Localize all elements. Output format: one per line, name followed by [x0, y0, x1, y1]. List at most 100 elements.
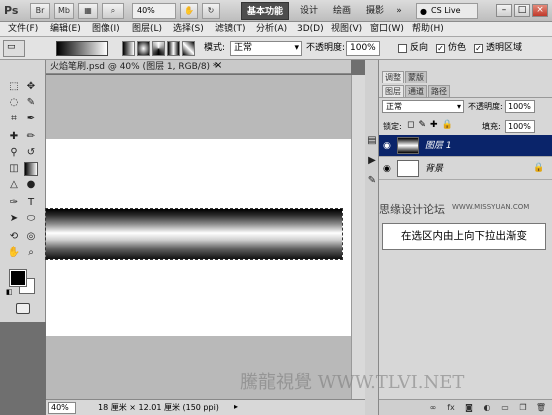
menu-select[interactable]: 选择(S): [173, 23, 204, 36]
tab-layers[interactable]: 图层: [382, 85, 404, 97]
brush-panel-icon[interactable]: ✎: [365, 174, 379, 188]
new-layer-icon[interactable]: ❐: [517, 402, 529, 413]
path-select-tool[interactable]: ➤: [7, 212, 21, 226]
status-menu-arrow-icon[interactable]: ▸: [234, 402, 238, 411]
diamond-gradient-button[interactable]: [182, 41, 195, 56]
menu-layer[interactable]: 图层(L): [132, 23, 162, 36]
workspace-design[interactable]: 设计: [295, 2, 323, 20]
dodge-tool[interactable]: ●: [24, 178, 38, 192]
default-colors-icon[interactable]: ◧: [6, 288, 13, 296]
reverse-checkbox[interactable]: [398, 44, 407, 53]
eyedropper-tool[interactable]: ✒: [24, 112, 38, 126]
close-document-icon[interactable]: ×: [214, 60, 222, 71]
pen-tool[interactable]: ✑: [7, 196, 21, 210]
reverse-label: 反向: [410, 43, 429, 53]
trash-icon[interactable]: 🗑: [535, 402, 547, 413]
link-icon[interactable]: ∞: [427, 402, 439, 413]
hand-tool[interactable]: ✋: [7, 246, 21, 260]
brush-tool[interactable]: ✏: [24, 130, 38, 144]
workspace-essentials[interactable]: 基本功能: [241, 2, 289, 20]
crop-tool[interactable]: ⌗: [7, 112, 21, 126]
zoom-level-select[interactable]: 40%: [132, 3, 176, 19]
3d-rotate-tool[interactable]: ⟲: [7, 230, 21, 244]
actions-panel-icon[interactable]: ▶: [365, 154, 379, 168]
minimize-button[interactable]: –: [496, 4, 512, 17]
tab-paths[interactable]: 路径: [428, 85, 450, 97]
lock-options-icons[interactable]: ◻✎✚🔒: [407, 120, 457, 130]
menu-analysis[interactable]: 分析(A): [256, 23, 287, 36]
mode-select[interactable]: 正常 ▾: [230, 41, 302, 56]
tab-masks[interactable]: 蒙版: [405, 71, 427, 83]
instruction-callout: 在选区内由上向下拉出渐变: [382, 223, 546, 250]
more-workspaces-button[interactable]: »: [392, 2, 406, 20]
rotate-icon: ↻: [207, 6, 215, 15]
transparency-checkbox[interactable]: ✓: [474, 44, 483, 53]
workspace-photography[interactable]: 摄影: [361, 2, 389, 20]
lasso-tool[interactable]: ◌: [7, 96, 21, 110]
hand-tool-button[interactable]: ✋: [180, 3, 198, 19]
type-tool[interactable]: T: [24, 196, 38, 210]
maximize-button[interactable]: □: [514, 4, 530, 17]
blend-mode-select[interactable]: 正常 ▾: [382, 100, 464, 113]
eye-icon[interactable]: ◉: [383, 164, 391, 174]
gradient-editor-swatch[interactable]: [56, 41, 108, 56]
vertical-scrollbar[interactable]: [351, 75, 365, 400]
cs-live-button[interactable]: ● CS Live: [416, 3, 478, 19]
fill-input[interactable]: 100%: [505, 120, 535, 133]
zoom-tool[interactable]: ⌕: [24, 246, 38, 260]
menu-edit[interactable]: 编辑(E): [50, 23, 81, 36]
quick-mask-button[interactable]: [16, 303, 30, 314]
rotate-view-button[interactable]: ↻: [202, 3, 220, 19]
layer-row[interactable]: ◉ 图层 1: [379, 135, 552, 157]
clone-stamp-tool[interactable]: ⚲: [7, 146, 21, 160]
layer-thumbnail: [397, 160, 419, 177]
workspace-painting[interactable]: 绘画: [328, 2, 356, 20]
minibridge-button[interactable]: Mb: [54, 3, 74, 19]
history-panel-icon[interactable]: ▤: [365, 134, 379, 148]
menu-image[interactable]: 图像(I): [92, 23, 120, 36]
menu-help[interactable]: 帮助(H): [412, 23, 444, 36]
foreground-color-swatch[interactable]: [9, 269, 27, 287]
close-window-button[interactable]: ×: [532, 4, 548, 17]
adjustment-icon[interactable]: ◐: [481, 402, 493, 413]
extras-button[interactable]: ▦: [78, 3, 98, 19]
fx-icon[interactable]: fx: [445, 402, 457, 413]
eraser-tool[interactable]: ◫: [7, 162, 21, 176]
layer-row[interactable]: ◉ 背景 🔒: [379, 158, 552, 180]
radial-gradient-button[interactable]: [137, 41, 150, 56]
marquee-tool[interactable]: ⬚: [7, 80, 21, 94]
mask-icon[interactable]: ◙: [463, 402, 475, 413]
reflected-gradient-button[interactable]: [167, 41, 180, 56]
healing-brush-tool[interactable]: ✚: [7, 130, 21, 144]
chevron-down-icon: ▾: [456, 102, 461, 111]
history-brush-tool[interactable]: ↺: [24, 146, 38, 160]
cs-live-icon: ●: [420, 7, 427, 16]
shape-tool[interactable]: ⬭: [24, 212, 38, 226]
angle-gradient-button[interactable]: [152, 41, 165, 56]
move-tool[interactable]: ✥: [24, 80, 38, 94]
grid-icon: ▦: [84, 6, 92, 15]
menu-filter[interactable]: 滤镜(T): [215, 23, 246, 36]
dither-checkbox[interactable]: ✓: [436, 44, 445, 53]
opacity-input[interactable]: 100%: [346, 41, 380, 56]
document-tab[interactable]: 火焰笔刷.psd @ 40% (图层 1, RGB/8) * ×: [46, 60, 351, 74]
tool-preset-picker[interactable]: ▭: [3, 40, 25, 57]
menu-window[interactable]: 窗口(W): [370, 23, 404, 36]
folder-icon[interactable]: ▭: [499, 402, 511, 413]
gradient-tool[interactable]: [24, 162, 38, 176]
tab-adjustments[interactable]: 调整: [382, 71, 404, 83]
quick-select-tool[interactable]: ✎: [24, 96, 38, 110]
blur-tool[interactable]: △: [7, 178, 21, 192]
menu-3d[interactable]: 3D(D): [297, 23, 324, 36]
3d-orbit-tool[interactable]: ◎: [24, 230, 38, 244]
layer-opacity-input[interactable]: 100%: [505, 100, 535, 113]
linear-gradient-button[interactable]: [122, 41, 135, 56]
tab-channels[interactable]: 通道: [405, 85, 427, 97]
gradient-selection[interactable]: [45, 208, 343, 260]
zoom-tool-button[interactable]: ⌕: [102, 3, 124, 19]
menu-file[interactable]: 文件(F): [8, 23, 38, 36]
bridge-button[interactable]: Br: [30, 3, 50, 19]
zoom-field[interactable]: 40%: [48, 402, 76, 414]
eye-icon[interactable]: ◉: [383, 141, 391, 151]
menu-view[interactable]: 视图(V): [331, 23, 362, 36]
